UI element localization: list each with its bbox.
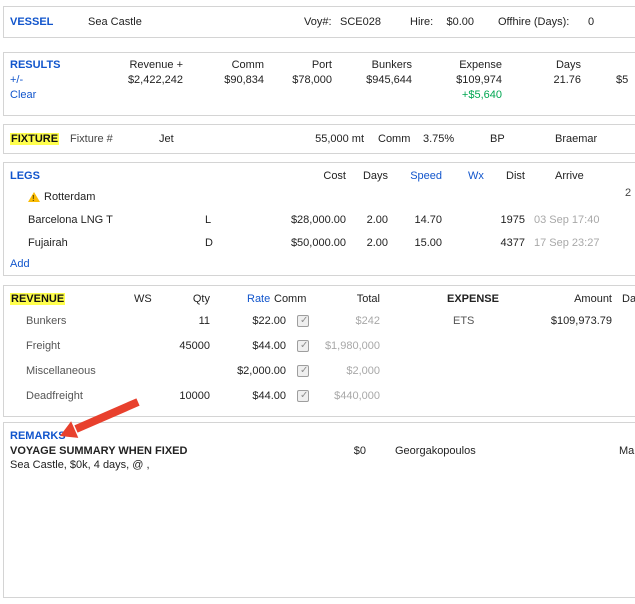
leg-days-barcelona[interactable]: 2.00	[343, 214, 388, 226]
comm-checkbox-bunkers[interactable]	[297, 315, 309, 327]
results-expense-delta: +$5,640	[402, 89, 502, 101]
legs-section-label[interactable]: LEGS	[10, 170, 40, 182]
revenue-row-bunkers-label: Bunkers	[26, 315, 66, 327]
fixture-section-label: FIXTURE	[10, 133, 59, 145]
legs-header-arrive: Arrive	[555, 170, 584, 182]
leg-days-fujairah[interactable]: 2.00	[343, 237, 388, 249]
remarks-title: VOYAGE SUMMARY WHEN FIXED	[10, 445, 187, 457]
leg-speed-fujairah[interactable]: 15.00	[392, 237, 442, 249]
plus-minus-link[interactable]: +/-	[10, 74, 23, 86]
revenue-row-misc-label: Miscellaneous	[26, 365, 96, 377]
expense-header-amount: Amount	[552, 293, 612, 305]
revenue-qty-bunkers[interactable]: 11	[160, 315, 210, 327]
add-leg-link[interactable]: Add	[10, 258, 30, 270]
vessel-section: VESSEL Sea Castle Voy#: SCE028 Hire: $0.…	[3, 6, 635, 38]
annotation-arrow-icon	[52, 398, 142, 446]
revenue-qty-freight[interactable]: 45000	[160, 340, 210, 352]
expense-amount-ets: $109,973.79	[532, 315, 612, 327]
legs-header-cost: Cost	[276, 170, 346, 182]
hire-value-field[interactable]: $0.00	[430, 16, 474, 28]
fixture-comm-label: Comm	[378, 133, 410, 145]
clear-link[interactable]: Clear	[10, 89, 36, 101]
vessel-name-field[interactable]: Sea Castle	[88, 16, 142, 28]
comm-checkbox-misc[interactable]	[297, 365, 309, 377]
vessel-section-label[interactable]: VESSEL	[10, 16, 53, 28]
revenue-total-misc: $2,000	[310, 365, 380, 377]
cargo-field[interactable]: Jet	[159, 133, 174, 145]
leg-port-rotterdam[interactable]: Rotterdam	[44, 191, 95, 203]
fixture-comm-value[interactable]: 3.75%	[423, 133, 454, 145]
leg-cost-barcelona[interactable]: $28,000.00	[271, 214, 346, 226]
offhire-days-value[interactable]: 0	[588, 16, 594, 28]
comm-checkbox-freight[interactable]	[297, 340, 309, 352]
results-section: RESULTS +/- Clear Revenue + $2,422,242 C…	[3, 52, 635, 116]
leg-type-barcelona[interactable]: L	[205, 214, 211, 226]
leg-arrive-barcelona: 03 Sep 17:40	[534, 214, 599, 226]
revenue-total-bunkers: $242	[310, 315, 380, 327]
revenue-rate-freight[interactable]: $44.00	[216, 340, 286, 352]
revenue-rate-bunkers[interactable]: $22.00	[216, 315, 286, 327]
remarks-author: Georgakopoulos	[395, 445, 476, 457]
legs-header-dist: Dist	[480, 170, 525, 182]
revenue-rate-misc[interactable]: $2,000.00	[216, 365, 286, 377]
revenue-header-comm: Comm	[274, 293, 306, 305]
comm-checkbox-deadfreight[interactable]	[297, 390, 309, 402]
revenue-total-deadfreight: $440,000	[310, 390, 380, 402]
legs-clipped-value: 2	[625, 187, 631, 199]
expense-row-ets-label: ETS	[453, 315, 474, 327]
leg-type-fujairah[interactable]: D	[205, 237, 213, 249]
voyage-number-value[interactable]: SCE028	[340, 16, 381, 28]
revenue-rate-deadfreight[interactable]: $44.00	[216, 390, 286, 402]
offhire-days-label: Offhire (Days):	[498, 16, 569, 28]
leg-port-barcelona[interactable]: Barcelona LNG T	[28, 214, 113, 226]
revenue-section-label: REVENUE	[10, 293, 65, 305]
results-header-days: Days	[481, 59, 581, 71]
bp-label: BP	[490, 133, 505, 145]
remarks-section: REMARKS VOYAGE SUMMARY WHEN FIXED $0 Geo…	[3, 422, 635, 598]
expense-clipped-header: Da	[622, 293, 635, 305]
broker-field[interactable]: Braemar	[555, 133, 597, 145]
cargo-quantity-field[interactable]: 55,000 mt	[284, 133, 364, 145]
revenue-header-qty: Qty	[160, 293, 210, 305]
revenue-total-freight: $1,980,000	[310, 340, 380, 352]
remarks-clipped-value: Mar	[619, 445, 635, 457]
revenue-header-rate-link[interactable]: Rate	[247, 293, 270, 305]
legs-header-speed-link[interactable]: Speed	[392, 170, 442, 182]
leg-cost-fujairah[interactable]: $50,000.00	[271, 237, 346, 249]
voyage-number-label: Voy#:	[304, 16, 332, 28]
results-value-days: 21.76	[481, 74, 581, 86]
revenue-header-total: Total	[320, 293, 380, 305]
leg-dist-barcelona: 1975	[480, 214, 525, 226]
remarks-amount: $0	[326, 445, 366, 457]
results-header-bunkers: Bunkers	[312, 59, 412, 71]
legs-section: LEGS Cost Days Speed Wx Dist Arrive 2 Ro…	[3, 162, 635, 276]
fixture-number-label: Fixture #	[70, 133, 113, 145]
legs-header-days: Days	[343, 170, 388, 182]
leg-speed-barcelona[interactable]: 14.70	[392, 214, 442, 226]
results-clipped-value: $5	[616, 74, 628, 86]
leg-port-fujairah[interactable]: Fujairah	[28, 237, 68, 249]
results-value-bunkers: $945,644	[312, 74, 412, 86]
leg-arrive-fujairah: 17 Sep 23:27	[534, 237, 599, 249]
revenue-qty-deadfreight[interactable]: 10000	[160, 390, 210, 402]
leg-dist-fujairah: 4377	[480, 237, 525, 249]
warning-icon	[28, 192, 40, 202]
remarks-body-text[interactable]: Sea Castle, $0k, 4 days, @ ,	[10, 459, 150, 471]
results-section-label[interactable]: RESULTS	[10, 59, 61, 71]
fixture-section: FIXTURE Fixture # Jet 55,000 mt Comm 3.7…	[3, 124, 635, 154]
revenue-header-ws: WS	[134, 293, 152, 305]
revenue-row-freight-label: Freight	[26, 340, 60, 352]
expense-section-label: EXPENSE	[447, 293, 499, 305]
